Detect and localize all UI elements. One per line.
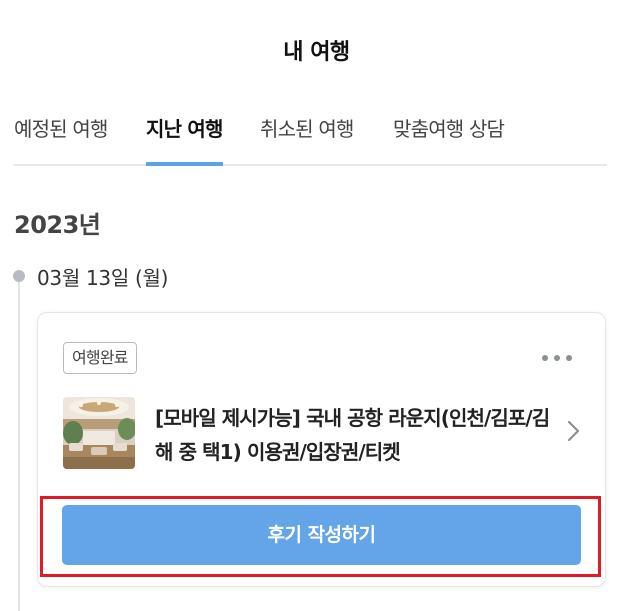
- status-badge: 여행완료: [63, 342, 137, 374]
- tab-past-trips[interactable]: 지난 여행: [146, 110, 223, 166]
- more-options-icon[interactable]: [542, 351, 580, 365]
- page-title: 내 여행: [283, 40, 350, 65]
- timeline-line: [18, 276, 20, 611]
- product-link[interactable]: [모바일 제시가능] 국내 공항 라운지(인천/김포/김해 중 택1) 이용권/…: [63, 397, 583, 472]
- product-title: [모바일 제시가능] 국내 공항 라운지(인천/김포/김해 중 택1) 이용권/…: [155, 406, 550, 464]
- highlight-box: [40, 496, 601, 577]
- product-thumbnail: [63, 397, 135, 469]
- tab-upcoming-trips[interactable]: 예정된 여행: [14, 110, 108, 166]
- trip-date: 03월 13일 (월): [37, 266, 169, 290]
- tab-custom-trip-consult[interactable]: 맞춤여행 상담: [393, 110, 505, 166]
- timeline-dot: [13, 270, 25, 282]
- year-heading: 2023년: [14, 211, 101, 239]
- trip-tabs: 예정된 여행 지난 여행 취소된 여행 맞춤여행 상담: [14, 110, 607, 166]
- tab-cancelled-trips[interactable]: 취소된 여행: [260, 110, 354, 166]
- chevron-right-icon: [563, 419, 583, 443]
